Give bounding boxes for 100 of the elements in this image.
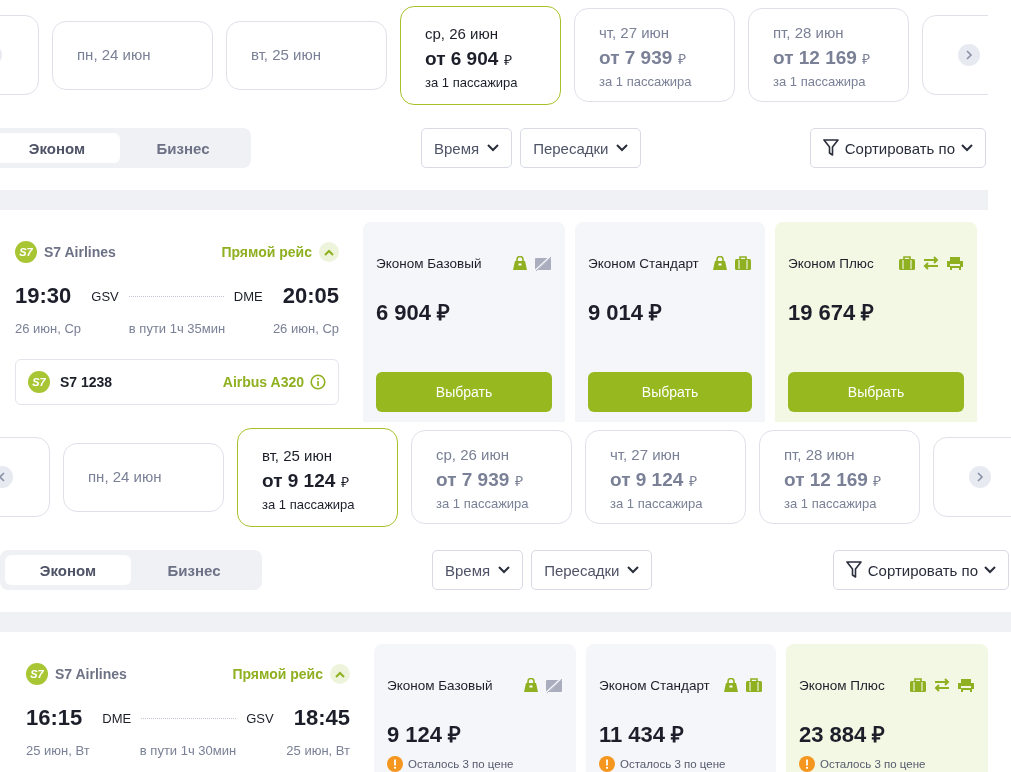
date-price: от 12 169 ₽ — [773, 46, 872, 70]
class-tab[interactable]: Бизнес — [120, 133, 246, 163]
date-card[interactable]: чт, 27 июн от 9 124 ₽ за 1 пассажира — [585, 430, 746, 524]
fare-name: Эконом Базовый — [387, 677, 493, 693]
airport-code: DME — [102, 710, 132, 726]
chevron-up-icon[interactable] — [319, 242, 339, 262]
fare-name: Эконом Стандарт — [588, 255, 699, 271]
passenger-note: за 1 пассажира — [784, 496, 878, 511]
date-label: чт, 27 июн — [610, 445, 682, 465]
filter-icon — [822, 139, 839, 157]
sort-dropdown[interactable]: Сортировать по — [809, 128, 986, 168]
date-price: от 7 939 ₽ — [436, 468, 524, 492]
select-button[interactable]: Выбрать — [588, 372, 752, 412]
suitcase-icon — [745, 677, 763, 693]
date-card[interactable]: пн, 24 июн — [63, 442, 224, 512]
exchange-arrows-icon — [933, 677, 951, 693]
seats-left-warning: Осталось 3 по цене — [620, 758, 726, 770]
date-card[interactable]: чт, 27 июн от 7 939 ₽ за 1 пассажира — [574, 8, 735, 102]
seats-left-warning: Осталось 3 по цене — [820, 758, 926, 770]
airline-logo: S7 — [15, 241, 37, 263]
date-label: чт, 27 июн — [599, 23, 671, 43]
no-baggage-icon — [545, 677, 563, 693]
arrival-date: 25 июн, Вт — [286, 743, 350, 758]
filter-icon — [845, 561, 862, 579]
sort-dropdown[interactable]: Сортировать по — [832, 550, 1009, 590]
chevron-down-icon — [498, 566, 511, 574]
date-price: от 9 124 ₽ — [610, 468, 698, 492]
filter-dropdown[interactable]: Пересадки — [520, 128, 642, 168]
handbag-icon — [723, 678, 739, 692]
passenger-note: за 1 пассажира — [610, 496, 704, 511]
airline-name: S7 Airlines — [55, 666, 127, 682]
info-icon[interactable] — [310, 374, 326, 390]
chevron-down-icon — [984, 566, 996, 574]
chevron-right-icon[interactable] — [958, 44, 980, 66]
fare-name: Эконом Стандарт — [599, 677, 710, 693]
no-baggage-icon — [534, 255, 552, 271]
date-label: пт, 28 июн — [784, 445, 856, 465]
date-price: от 12 169 ₽ — [784, 468, 883, 492]
direct-flight-label: Прямой рейс — [221, 244, 312, 260]
fare-price: 9 014 ₽ — [588, 299, 664, 326]
flight-duration: в пути 1ч 35мин — [128, 321, 226, 336]
aircraft-type[interactable]: Airbus A320 — [222, 374, 304, 390]
seats-left-warning: Осталось 3 по цене — [408, 758, 514, 770]
arrival-time: 18:45 — [293, 705, 350, 731]
airport-code: GSV — [91, 288, 119, 304]
fare-price: 19 674 ₽ — [788, 299, 876, 326]
chevron-down-icon — [961, 144, 973, 152]
handbag-icon — [523, 678, 539, 692]
chevron-down-icon — [616, 144, 629, 152]
suitcase-icon — [898, 255, 916, 271]
filter-dropdown[interactable]: Время — [432, 550, 524, 590]
arrival-time: 20:05 — [282, 283, 339, 309]
suitcase-icon — [909, 677, 927, 693]
class-tab[interactable]: Эконом — [0, 133, 120, 163]
fare-name: Эконом Плюс — [799, 677, 885, 693]
handbag-icon — [712, 256, 728, 270]
date-price: от 7 939 ₽ — [599, 46, 687, 70]
airport-code: GSV — [246, 710, 274, 726]
fare-price: 11 434 ₽ — [599, 721, 686, 748]
fare-name: Эконом Плюс — [788, 255, 874, 271]
date-card[interactable]: вт, 25 июн — [226, 20, 387, 90]
airline-name: S7 Airlines — [44, 244, 116, 260]
class-tab[interactable]: Бизнес — [131, 555, 257, 585]
suitcase-icon — [734, 255, 752, 271]
date-card[interactable]: пт, 28 июн от 12 169 ₽ за 1 пассажира — [748, 8, 909, 102]
date-card[interactable]: ср, 26 июн от 6 904 ₽ за 1 пассажира — [400, 5, 561, 105]
select-button[interactable]: Выбрать — [376, 372, 552, 412]
date-label: ср, 26 июн — [425, 23, 499, 44]
date-price: от 6 904 ₽ — [425, 46, 513, 71]
date-card[interactable] — [933, 437, 1011, 517]
departure-time: 16:15 — [26, 705, 83, 731]
date-label: вт, 25 июн — [251, 44, 322, 65]
date-price: от 9 124 ₽ — [262, 468, 350, 493]
date-card[interactable]: пт, 28 июн от 12 169 ₽ за 1 пассажира — [759, 430, 920, 524]
departure-date: 25 июн, Вт — [26, 743, 90, 758]
direct-flight-label: Прямой рейс — [232, 666, 323, 682]
fare-name: Эконом Базовый — [376, 255, 482, 271]
departure-time: 19:30 — [15, 283, 72, 309]
chevron-right-icon[interactable] — [969, 466, 991, 488]
filter-dropdown[interactable]: Пересадки — [531, 550, 653, 590]
warning-icon — [799, 756, 815, 772]
date-label: пт, 28 июн — [773, 23, 845, 43]
airline-logo: S7 — [28, 371, 50, 393]
filter-dropdown[interactable]: Время — [421, 128, 513, 168]
passenger-note: за 1 пассажира — [425, 74, 519, 90]
date-label: ср, 26 июн — [436, 445, 510, 465]
select-button[interactable]: Выбрать — [788, 372, 964, 412]
handbag-icon — [512, 256, 528, 270]
airport-code: DME — [233, 288, 263, 304]
flight-number: S7 1238 — [60, 374, 113, 390]
date-card[interactable]: пн, 24 июн — [52, 20, 213, 90]
date-label: вт, 25 июн — [262, 445, 333, 466]
date-label: пн, 24 июн — [77, 44, 152, 65]
chevron-up-icon[interactable] — [330, 664, 350, 684]
passenger-note: за 1 пассажира — [436, 496, 530, 511]
class-tab[interactable]: Эконом — [5, 555, 131, 585]
date-card[interactable]: ср, 26 июн от 7 939 ₽ за 1 пассажира — [411, 430, 572, 524]
date-card[interactable]: вт, 25 июн от 9 124 ₽ за 1 пассажира — [237, 427, 398, 527]
flight-duration: в пути 1ч 30мин — [139, 743, 237, 758]
chevron-down-icon — [627, 566, 640, 574]
